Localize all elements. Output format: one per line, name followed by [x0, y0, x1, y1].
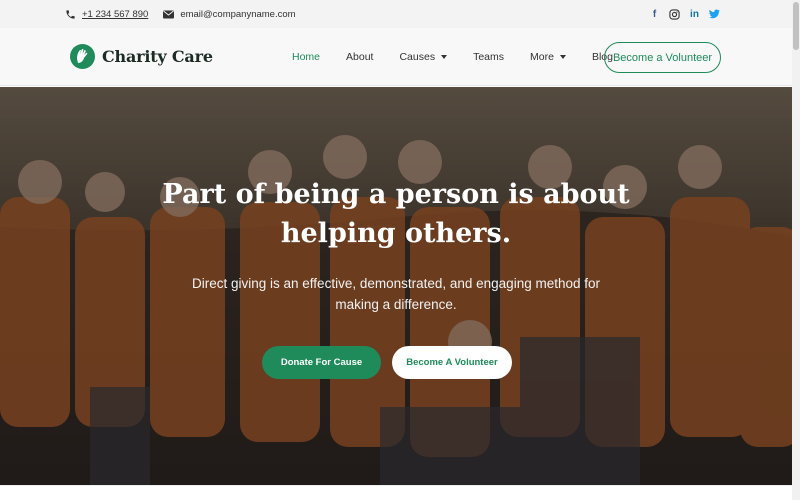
- brand-name: Charity Care: [102, 47, 213, 66]
- contact-info: +1 234 567 890 email@companyname.com: [64, 0, 296, 28]
- hero-heading: Part of being a person is about helping …: [0, 175, 792, 253]
- hand-heart-icon: [70, 44, 95, 69]
- nav-item-label: Home: [292, 51, 321, 63]
- email-icon: [162, 8, 174, 20]
- nav-item-teams[interactable]: Teams: [473, 51, 504, 63]
- donate-for-cause-button[interactable]: Donate For Cause: [262, 346, 381, 379]
- site-logo[interactable]: Charity Care: [70, 44, 213, 69]
- nav-item-label: Teams: [473, 51, 505, 63]
- top-info-bar: +1 234 567 890 email@companyname.com f i…: [0, 0, 792, 28]
- page-below-fold: [0, 485, 792, 500]
- nav-menu: Home About Causes Teams More Blog: [292, 28, 639, 86]
- email-link[interactable]: email@companyname.com: [180, 9, 295, 20]
- main-navbar: Charity Care Home About Causes Teams Mor…: [0, 28, 792, 86]
- nav-item-about[interactable]: About: [346, 51, 373, 63]
- phone-link[interactable]: +1 234 567 890: [82, 9, 148, 20]
- become-volunteer-nav-button[interactable]: Become a Volunteer: [604, 42, 721, 73]
- hero-subtext: Direct giving is an effective, demonstra…: [192, 276, 600, 312]
- hero-heading-line-2: helping others.: [280, 218, 512, 249]
- scrollbar-thumb[interactable]: [793, 2, 799, 50]
- page-scrollbar[interactable]: [792, 0, 800, 500]
- nav-item-label: More: [530, 51, 554, 63]
- nav-item-label: Causes: [399, 51, 436, 63]
- nav-item-home[interactable]: Home: [292, 51, 320, 63]
- phone-icon: [64, 8, 76, 20]
- become-a-volunteer-button[interactable]: Become A Volunteer: [392, 346, 512, 379]
- nav-item-causes[interactable]: Causes: [399, 51, 448, 63]
- facebook-icon[interactable]: f: [649, 9, 660, 20]
- chevron-down-icon: [559, 55, 566, 59]
- nav-item-label: About: [346, 51, 374, 63]
- social-links: f in: [649, 0, 720, 28]
- hero-heading-line-1: Part of being a person is about: [162, 179, 630, 210]
- instagram-icon[interactable]: [669, 8, 680, 20]
- hero-section: Part of being a person is about helping …: [0, 87, 792, 485]
- nav-item-more[interactable]: More: [530, 51, 566, 63]
- chevron-down-icon: [441, 55, 448, 59]
- twitter-icon[interactable]: [709, 9, 720, 20]
- linkedin-icon[interactable]: in: [689, 9, 700, 20]
